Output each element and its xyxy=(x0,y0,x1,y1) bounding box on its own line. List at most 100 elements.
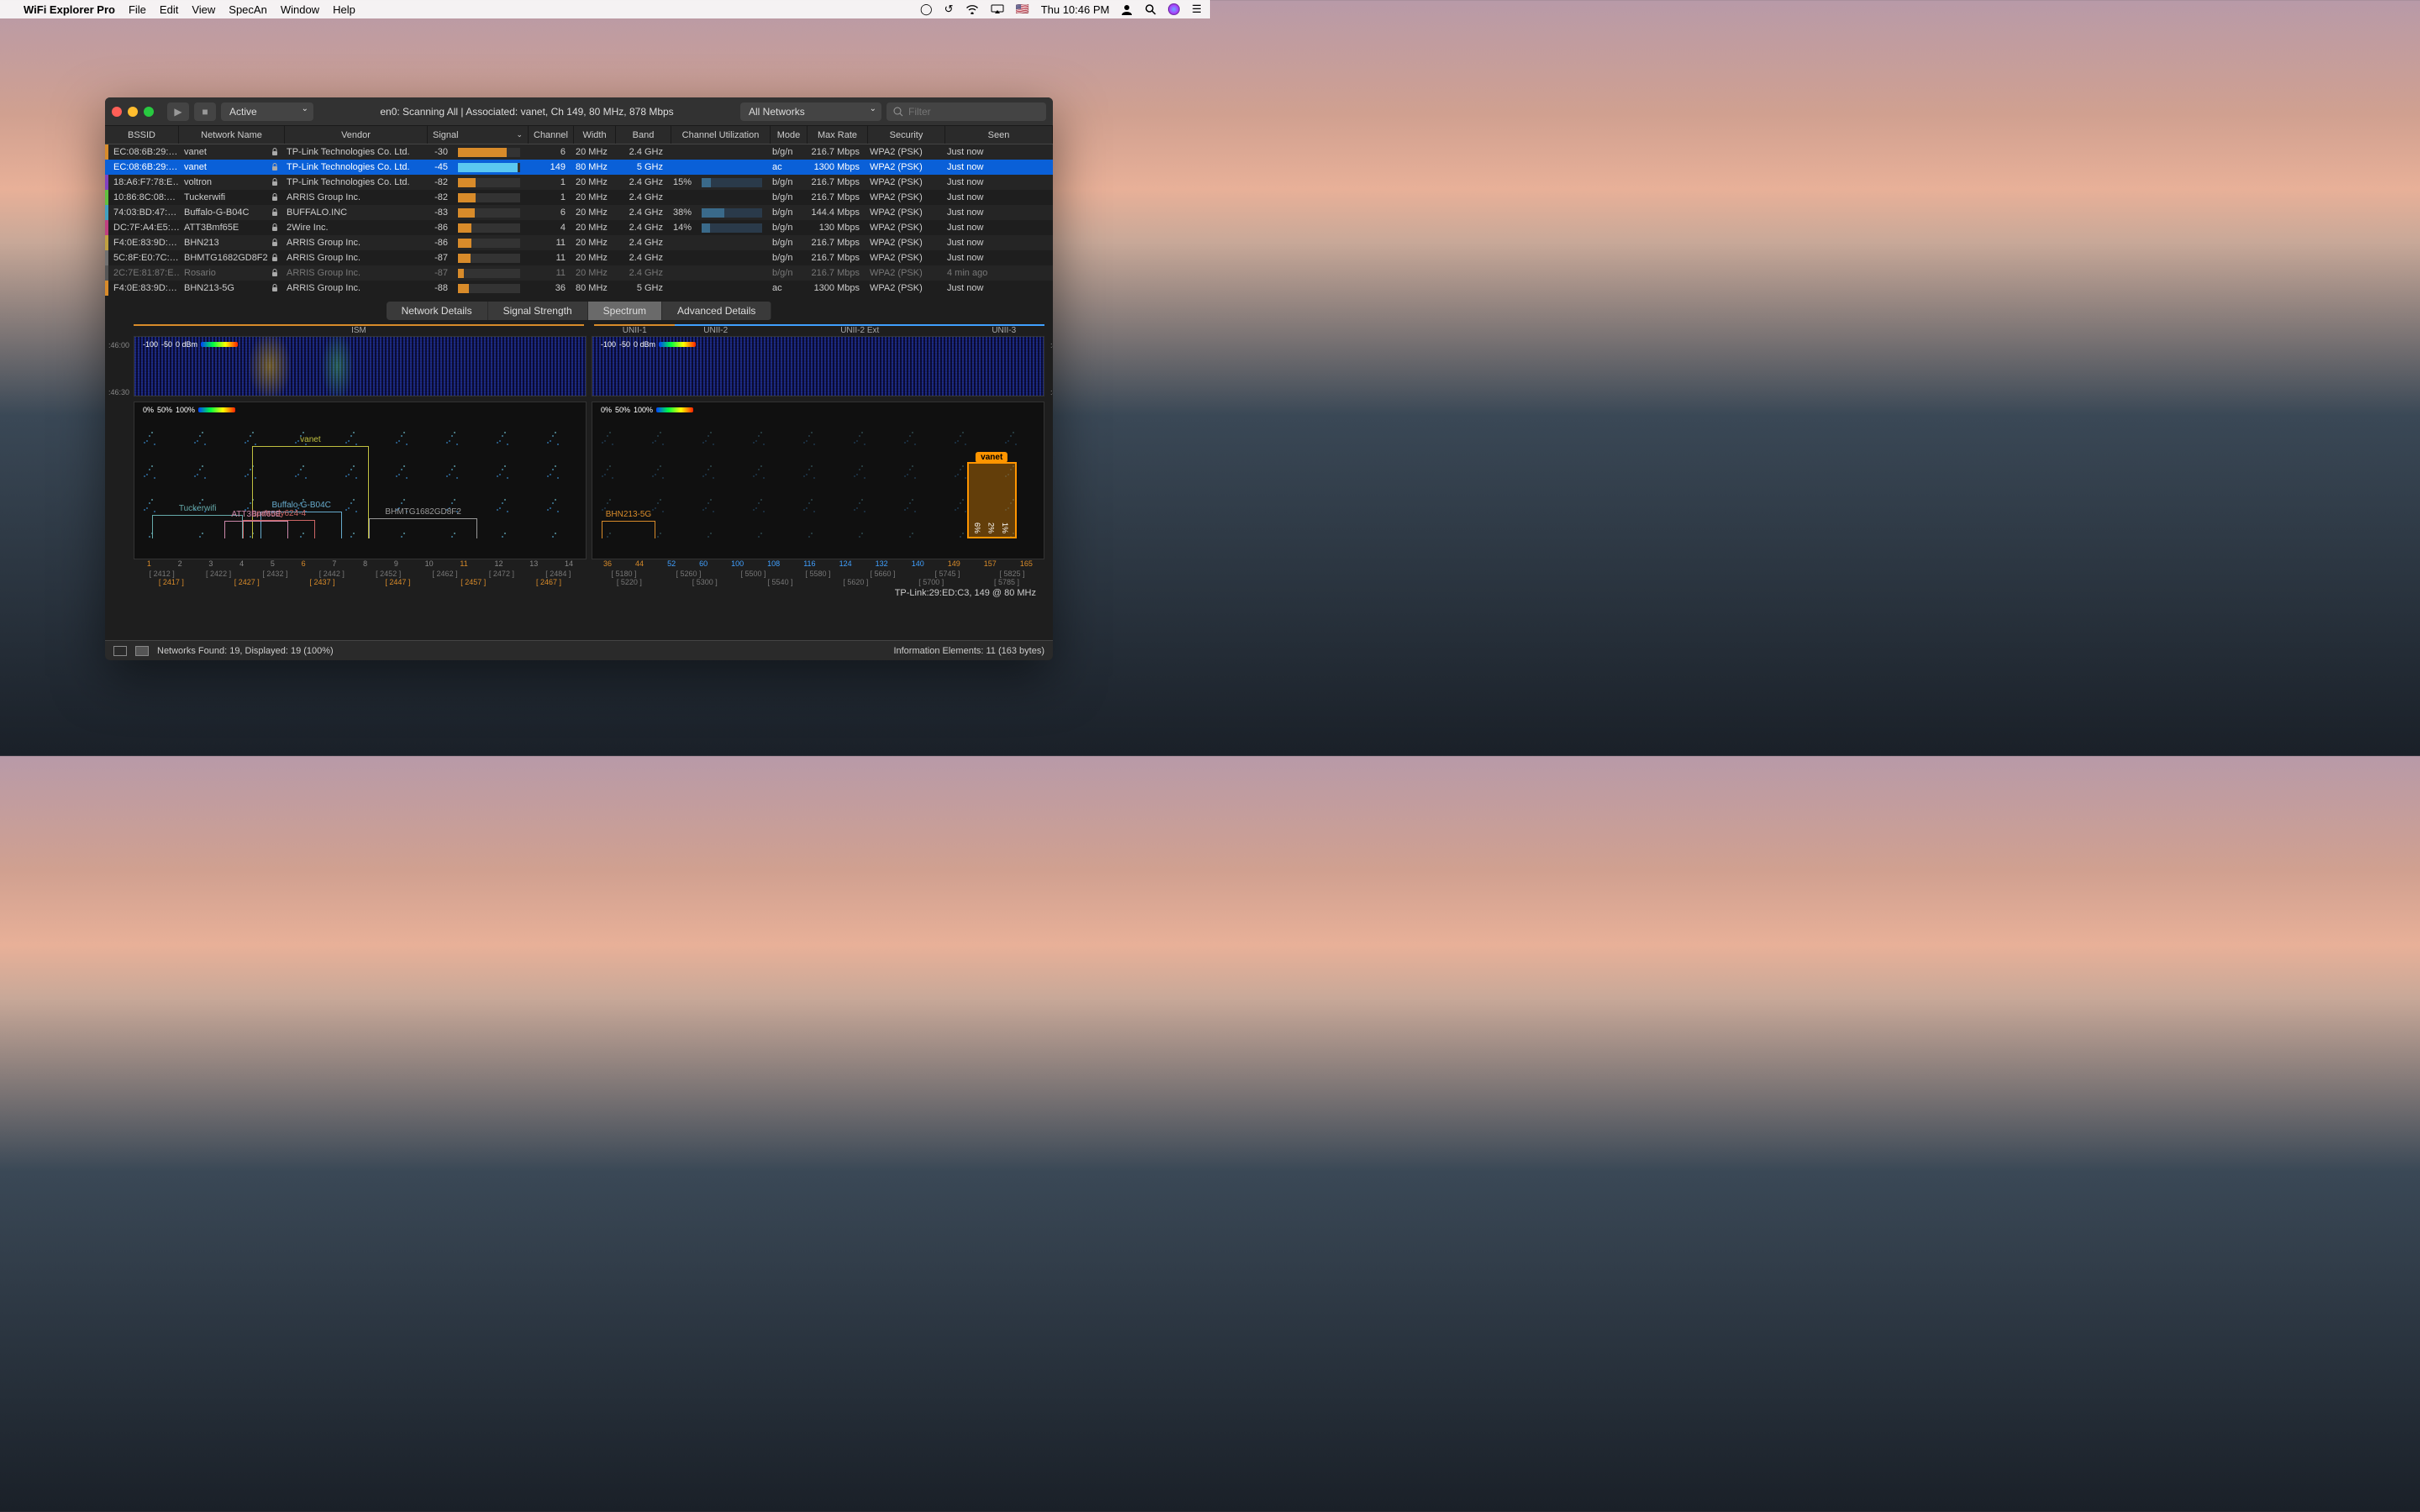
network-envelope[interactable]: ATT3Bmf65E xyxy=(224,521,287,538)
util-pct: 2% xyxy=(987,522,996,533)
density-5[interactable]: 0%50%100% -10-20-30-40-50-60-70-80-90 BH… xyxy=(592,402,1044,559)
filter-field[interactable] xyxy=(886,102,1046,121)
scan-state-select[interactable]: Active xyxy=(221,102,313,121)
cell-channel: 11 xyxy=(525,253,571,263)
cell-name: BHN213 xyxy=(179,238,268,248)
cell-util-value: 15% xyxy=(668,177,697,187)
notification-icon[interactable]: ☰ xyxy=(1192,3,1202,16)
lock-icon xyxy=(268,254,281,262)
x-tick: 36 xyxy=(603,559,612,568)
cell-width: 80 MHz xyxy=(571,283,613,293)
col-name[interactable]: Network Name xyxy=(179,126,285,144)
cell-bssid: 18:A6:F7:78:E… xyxy=(108,177,179,187)
cell-security: WPA2 (PSK) xyxy=(865,192,942,202)
table-row[interactable]: 18:A6:F7:78:E…voltronTP-Link Technologie… xyxy=(105,175,1053,190)
cell-rate: 1300 Mbps xyxy=(804,283,865,293)
scope-select[interactable]: All Networks xyxy=(740,102,881,121)
fullscreen-button[interactable] xyxy=(144,107,154,117)
siri-icon[interactable] xyxy=(1168,3,1180,15)
x-tick: 1 xyxy=(147,559,151,568)
x-tick: 140 xyxy=(912,559,924,568)
loading-icon[interactable]: ◯ xyxy=(920,3,933,16)
cell-bssid: 10:86:8C:08:… xyxy=(108,192,179,202)
spotlight-icon[interactable] xyxy=(1144,3,1156,15)
col-bssid[interactable]: BSSID xyxy=(105,126,179,144)
network-envelope[interactable]: BHMTG1682GD8F2 xyxy=(369,518,477,538)
waterfall-24[interactable]: -100-500 dBm xyxy=(134,336,587,396)
col-security[interactable]: Security xyxy=(868,126,945,144)
tab-network-details[interactable]: Network Details xyxy=(387,302,488,320)
col-band[interactable]: Band xyxy=(616,126,671,144)
cell-bssid: 74:03:BD:47:… xyxy=(108,207,179,218)
wifi-icon[interactable] xyxy=(965,4,979,14)
menu-file[interactable]: File xyxy=(129,3,146,16)
cell-seen: 4 min ago xyxy=(942,268,1053,278)
tab-spectrum[interactable]: Spectrum xyxy=(588,302,662,320)
view-toggle-1[interactable] xyxy=(113,646,127,656)
network-label: BHMTG1682GD8F2 xyxy=(385,507,461,517)
tab-signal-strength[interactable]: Signal Strength xyxy=(488,302,588,320)
user-icon[interactable] xyxy=(1121,3,1133,15)
table-row[interactable]: F4:0E:83:9D:…BHN213ARRIS Group Inc.-8611… xyxy=(105,235,1053,250)
airplay-icon[interactable] xyxy=(991,4,1004,14)
network-envelope[interactable]: vanet6%2%1% xyxy=(967,462,1017,538)
density-24[interactable]: 0%50%100% -10-20-30-40-50-60-70-80-90 va… xyxy=(134,402,587,559)
cell-seen: Just now xyxy=(942,238,1053,248)
col-channel[interactable]: Channel xyxy=(529,126,574,144)
cell-seen: Just now xyxy=(942,192,1053,202)
x-tick: 132 xyxy=(876,559,888,568)
table-row[interactable]: 74:03:BD:47:…Buffalo-G-B04CBUFFALO.INC-8… xyxy=(105,205,1053,220)
cell-vendor: ARRIS Group Inc. xyxy=(281,253,424,263)
menu-window[interactable]: Window xyxy=(281,3,319,16)
cell-vendor: ARRIS Group Inc. xyxy=(281,283,424,293)
timemachine-icon[interactable]: ↺ xyxy=(944,3,954,16)
table-row[interactable]: EC:08:6B:29:…vanetTP-Link Technologies C… xyxy=(105,144,1053,160)
col-mode[interactable]: Mode xyxy=(771,126,808,144)
filter-input[interactable] xyxy=(908,106,1039,118)
table-row[interactable]: DC:7F:A4:E5:…ATT3Bmf65E2Wire Inc.-86420 … xyxy=(105,220,1053,235)
play-button[interactable]: ▶ xyxy=(167,102,189,121)
window-toolbar: ▶ ■ Active en0: Scanning All | Associate… xyxy=(105,97,1053,126)
app-name[interactable]: WiFi Explorer Pro xyxy=(24,3,115,16)
flag-icon[interactable]: 🇺🇸 xyxy=(1016,3,1029,16)
menu-view[interactable]: View xyxy=(192,3,215,16)
spectrum-info: TP-Link:29:ED:C3, 149 @ 80 MHz xyxy=(134,586,1044,600)
cell-width: 20 MHz xyxy=(571,238,613,248)
clock[interactable]: Thu 10:46 PM xyxy=(1041,3,1110,16)
table-row[interactable]: F4:0E:83:9D:…BHN213-5GARRIS Group Inc.-8… xyxy=(105,281,1053,296)
view-toggle-2[interactable] xyxy=(135,646,149,656)
table-row[interactable]: EC:08:6B:29:…vanetTP-Link Technologies C… xyxy=(105,160,1053,175)
lock-icon xyxy=(268,148,281,156)
table-header: BSSID Network Name Vendor Signal⌄ Channe… xyxy=(105,126,1053,144)
cell-signal-bar xyxy=(453,148,525,157)
cell-rate: 144.4 Mbps xyxy=(804,207,865,218)
minimize-button[interactable] xyxy=(128,107,138,117)
cell-channel: 1 xyxy=(525,177,571,187)
stop-button[interactable]: ■ xyxy=(194,102,216,121)
menu-specan[interactable]: SpecAn xyxy=(229,3,267,16)
waterfall-5[interactable]: -100-500 dBm xyxy=(592,336,1044,396)
cell-bssid: 2C:7E:81:87:E… xyxy=(108,268,179,278)
col-util[interactable]: Channel Utilization xyxy=(671,126,771,144)
network-envelope[interactable]: BHN213-5G xyxy=(602,521,655,538)
x-tick: 157 xyxy=(984,559,997,568)
col-vendor[interactable]: Vendor xyxy=(285,126,428,144)
col-rate[interactable]: Max Rate xyxy=(808,126,868,144)
col-seen[interactable]: Seen xyxy=(945,126,1053,144)
col-signal[interactable]: Signal⌄ xyxy=(428,126,529,144)
cell-width: 20 MHz xyxy=(571,147,613,157)
cell-band: 2.4 GHz xyxy=(613,268,668,278)
close-button[interactable] xyxy=(112,107,122,117)
table-row[interactable]: 5C:8F:E0:7C:…BHMTG1682GD8F2ARRIS Group I… xyxy=(105,250,1053,265)
table-row[interactable]: 2C:7E:81:87:E…RosarioARRIS Group Inc.-87… xyxy=(105,265,1053,281)
menu-help[interactable]: Help xyxy=(333,3,355,16)
col-width[interactable]: Width xyxy=(574,126,616,144)
cell-bssid: F4:0E:83:9D:… xyxy=(108,238,179,248)
x-tick: 8 xyxy=(363,559,367,568)
tab-advanced-details[interactable]: Advanced Details xyxy=(662,302,771,320)
x-tick: 6 xyxy=(302,559,306,568)
table-row[interactable]: 10:86:8C:08:…TuckerwifiARRIS Group Inc.-… xyxy=(105,190,1053,205)
menu-edit[interactable]: Edit xyxy=(160,3,178,16)
cell-seen: Just now xyxy=(942,177,1053,187)
cell-rate: 216.7 Mbps xyxy=(804,253,865,263)
